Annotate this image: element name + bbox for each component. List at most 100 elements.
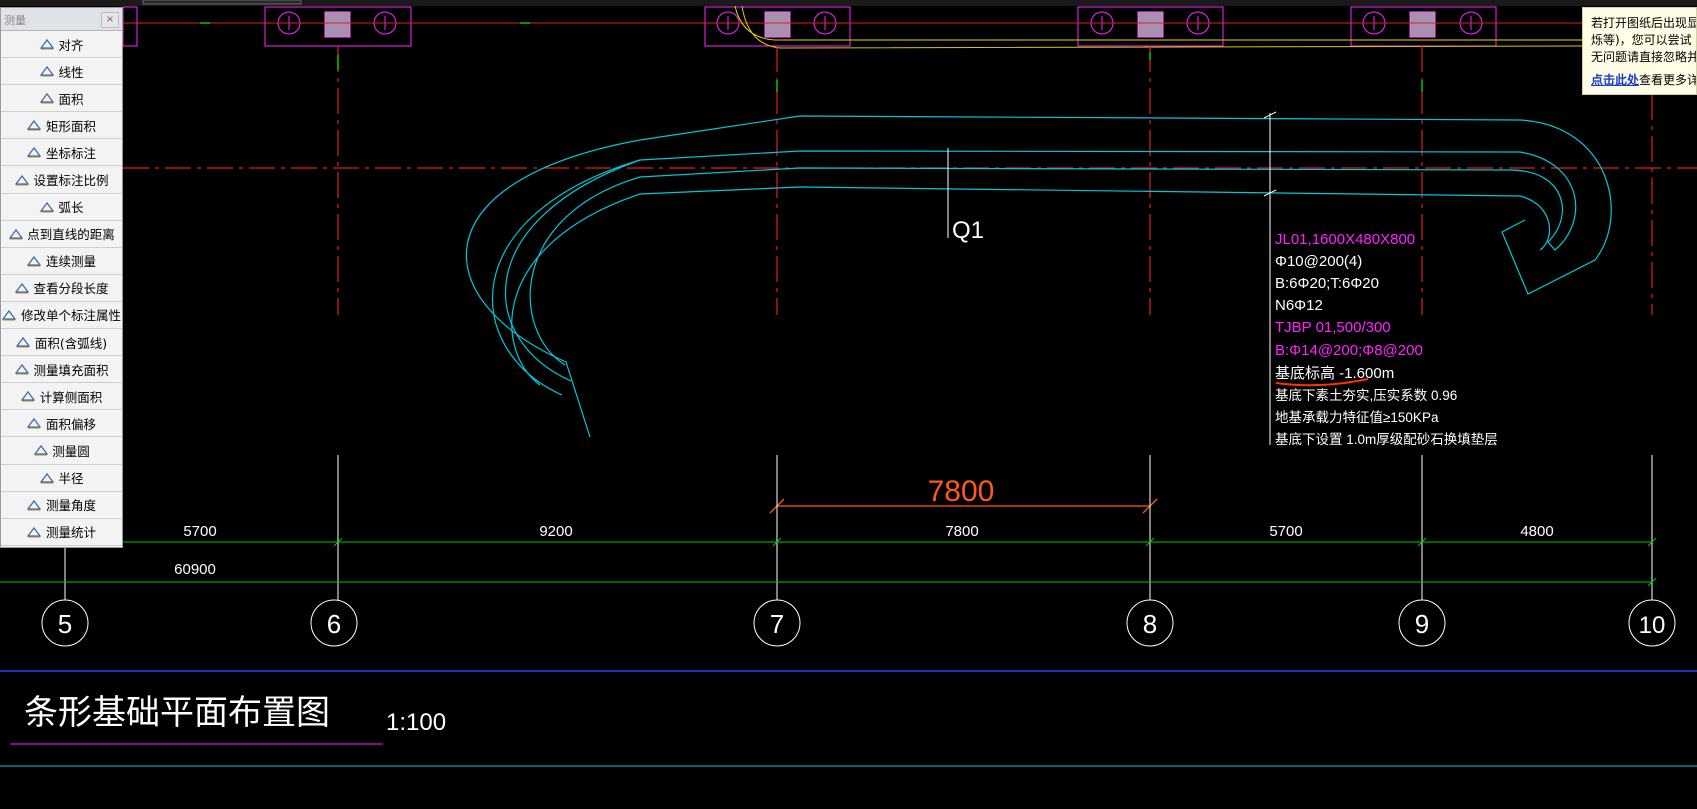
tool-label: 查看分段长度 xyxy=(33,281,109,297)
linear-dimension-icon xyxy=(39,65,54,77)
tool-scale[interactable]: 设置标注比例 xyxy=(1,166,122,194)
tool-arc-length[interactable]: 弧长 xyxy=(1,194,122,221)
dimension-ticks xyxy=(333,537,1657,587)
segment-length-icon xyxy=(14,282,29,294)
tool-label: 坐标标注 xyxy=(45,145,96,161)
drawing-title: 条形基础平面布置图 xyxy=(24,694,330,732)
axis-extension-lines xyxy=(64,455,1653,600)
note-line-2: 地基承载力特征值≥150KPa xyxy=(1275,409,1439,425)
base-elevation-label: 基底标高 -1.600m xyxy=(1275,365,1394,382)
tool-circle[interactable]: 测量圆 xyxy=(1,437,122,465)
total-dim-label: 60900 xyxy=(174,561,216,578)
footing-bars-label: B:Φ14@200;Φ8@200 xyxy=(1275,342,1423,359)
tool-area-offset[interactable]: 面积偏移 xyxy=(1,410,122,438)
info-notification: 若打开图纸后出现显 烁等)，您可以尝试 无问题请直接忽略并 点击此处查看更多详 xyxy=(1582,7,1697,95)
tool-arc-area[interactable]: 面积(含弧线) xyxy=(1,329,122,357)
dim-label: 4800 xyxy=(1520,523,1553,540)
tool-edit-dimension[interactable]: 修改单个标注属性 xyxy=(1,302,122,330)
scale-icon xyxy=(14,174,29,186)
tool-list: 对齐线性面积矩形面积坐标标注设置标注比例 弧长点到直线的距离连续测量查看分段长度修… xyxy=(1,31,122,546)
tool-label: 计算侧面积 xyxy=(39,389,103,405)
tool-label: 连续测量 xyxy=(45,254,96,270)
tool-fill-area[interactable]: 测量填充面积 xyxy=(1,356,122,384)
axis-label: 10 xyxy=(1639,612,1666,639)
note-line-1: 基底下素土夯实,压实系数 0.96 xyxy=(1275,387,1457,403)
stirrup-label: Φ10@200(4) xyxy=(1275,253,1362,270)
column-squares xyxy=(324,11,1436,38)
tool-continuous-measure[interactable]: 连续测量 xyxy=(1,248,122,275)
tool-radius[interactable]: 半径 xyxy=(1,465,122,492)
arc-length-icon xyxy=(39,201,54,213)
tool-point-line[interactable]: 点到直线的距离 xyxy=(1,221,122,248)
tool-label: 线性 xyxy=(58,64,84,80)
tool-area[interactable]: 面积 xyxy=(1,85,122,113)
tool-rect-area[interactable]: 矩形面积 xyxy=(1,112,122,140)
dimension-labels: 5700 9200 7800 5700 4800 60900 xyxy=(174,523,1554,578)
notice-line: 若打开图纸后出现显 xyxy=(1591,16,1697,30)
tool-label: 对齐 xyxy=(58,37,84,53)
angle-icon xyxy=(27,499,42,511)
beam-label: JL01,1600X480X800 xyxy=(1275,231,1415,248)
tool-label: 半径 xyxy=(58,471,84,487)
measure-panel: 测量 × 对齐线性面积矩形面积坐标标注设置标注比例 弧长点到直线的距离连续测量查看… xyxy=(0,7,123,548)
note-line-3: 基底下设置 1.0m厚级配砂石换填垫层 xyxy=(1275,431,1498,447)
beam-annotation: JL01,1600X480X800 Φ10@200(4) B:6Φ20;T:6Φ… xyxy=(1275,231,1498,447)
tool-label: 面积(含弧线) xyxy=(34,335,108,351)
circle-icon xyxy=(33,444,48,456)
grid-axes-vertical xyxy=(337,10,1653,315)
panel-title-bar[interactable]: 测量 × xyxy=(1,8,122,31)
statistics-icon xyxy=(27,526,42,538)
side-area-icon xyxy=(21,390,36,402)
axis-label: 8 xyxy=(1143,609,1157,639)
rect-area-icon xyxy=(27,119,42,131)
fill-area-icon xyxy=(14,363,29,375)
tool-side-area[interactable]: 计算侧面积 xyxy=(1,383,122,411)
tool-label: 测量角度 xyxy=(45,498,96,514)
dim-label: 9200 xyxy=(539,523,572,540)
area-offset-icon xyxy=(27,417,42,429)
notice-line: 无问题请直接忽略并 xyxy=(1591,50,1697,64)
axis-bubbles xyxy=(41,599,1676,647)
edit-dimension-icon xyxy=(2,309,17,321)
arc-area-icon xyxy=(16,336,31,348)
tool-label: 测量圆 xyxy=(52,443,90,459)
axis-label: 6 xyxy=(327,609,341,639)
axis-label: 7 xyxy=(770,609,784,639)
axis-green-marks xyxy=(200,22,1423,92)
tool-statistics[interactable]: 测量统计 xyxy=(1,519,122,546)
tool-label: 测量统计 xyxy=(45,525,96,541)
tool-label: 矩形面积 xyxy=(45,118,96,134)
dim-label: 5700 xyxy=(1269,523,1302,540)
point-line-icon xyxy=(8,228,23,240)
dim-label: 7800 xyxy=(945,523,978,540)
axis-labels: 5 6 7 8 9 10 xyxy=(58,609,1666,639)
area-icon xyxy=(39,92,54,104)
wall-label: Q1 xyxy=(952,217,984,244)
tool-linear-dimension[interactable]: 线性 xyxy=(1,58,122,86)
radius-icon xyxy=(39,472,54,484)
tool-align[interactable]: 对齐 xyxy=(1,31,122,59)
tool-label: 修改单个标注属性 xyxy=(20,308,121,324)
notice-link[interactable]: 点击此处 xyxy=(1591,73,1639,87)
footing-label: TJBP 01,500/300 xyxy=(1275,319,1391,336)
tool-label: 面积 xyxy=(58,91,84,107)
notice-link-suffix: 查看更多详 xyxy=(1639,73,1697,87)
dim-label: 5700 xyxy=(183,523,216,540)
align-icon xyxy=(39,38,54,50)
close-icon[interactable]: × xyxy=(101,12,119,28)
tool-label: 面积偏移 xyxy=(45,416,96,432)
measure-value: 7800 xyxy=(928,475,995,508)
cad-drawing-canvas[interactable]: Q1 JL01,1600X480X800 Φ10@200(4) B:6Φ20;T… xyxy=(0,0,1697,809)
tool-label: 设置标注比例 xyxy=(33,173,109,189)
notice-line: 烁等)，您可以尝试 xyxy=(1591,33,1692,47)
bars-label: B:6Φ20;T:6Φ20 xyxy=(1275,275,1379,292)
tool-angle[interactable]: 测量角度 xyxy=(1,492,122,519)
tool-coordinate[interactable]: 坐标标注 xyxy=(1,139,122,167)
tool-segment-length[interactable]: 查看分段长度 xyxy=(1,275,122,302)
tab-strip xyxy=(142,0,302,5)
column-box xyxy=(122,6,138,47)
tool-label: 弧长 xyxy=(58,200,84,216)
coordinate-icon xyxy=(27,146,42,158)
tool-label: 测量填充面积 xyxy=(33,362,109,378)
continuous-measure-icon xyxy=(27,255,42,267)
